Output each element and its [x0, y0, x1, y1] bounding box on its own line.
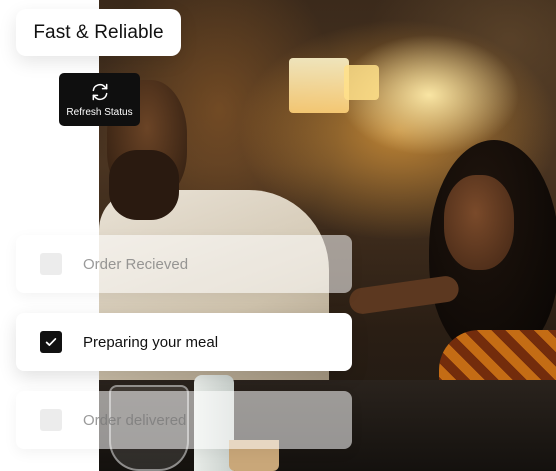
step-order-received[interactable]: Order Recieved: [16, 235, 352, 293]
woman-face: [444, 175, 514, 270]
lamp-light-2: [344, 65, 379, 100]
title-chip: Fast & Reliable: [16, 9, 181, 56]
step-label-order-received: Order Recieved: [83, 255, 189, 273]
lamp-light: [289, 58, 349, 113]
page-title: Fast & Reliable: [33, 21, 164, 43]
step-order-delivered[interactable]: Order delivered: [16, 391, 352, 449]
checkmark-icon: [45, 338, 57, 346]
step-preparing-meal[interactable]: Preparing your meal: [16, 313, 352, 371]
step-label-preparing-meal: Preparing your meal: [83, 333, 219, 351]
step-label-order-delivered: Order delivered: [83, 411, 187, 429]
refresh-status-label: Refresh Status: [66, 106, 133, 118]
refresh-icon: [92, 83, 107, 100]
checkbox-preparing-meal[interactable]: [40, 331, 62, 353]
checkbox-order-received[interactable]: [40, 253, 62, 275]
refresh-status-button[interactable]: Refresh Status: [59, 73, 140, 126]
checkbox-order-delivered[interactable]: [40, 409, 62, 431]
man-beard: [109, 150, 179, 220]
